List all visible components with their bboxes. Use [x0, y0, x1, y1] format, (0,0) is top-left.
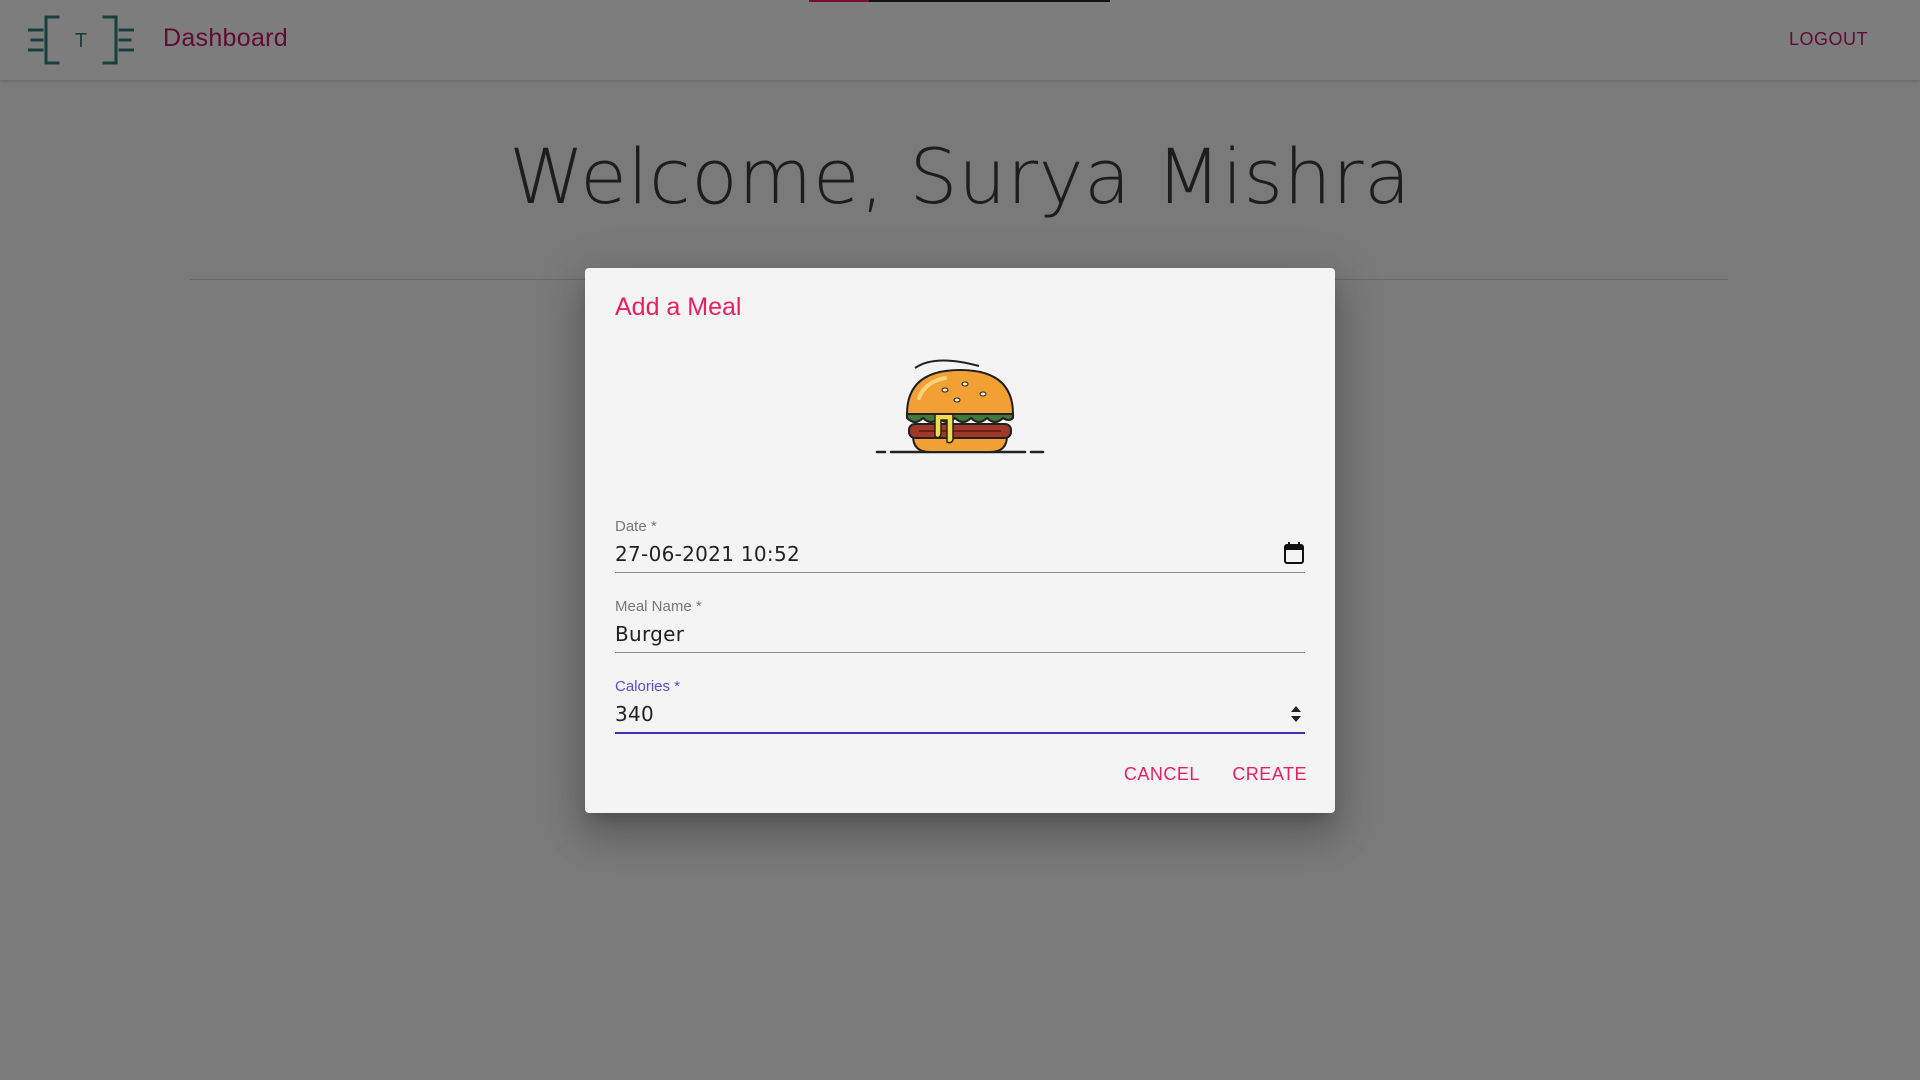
cancel-button[interactable]: CANCEL — [1116, 758, 1208, 791]
number-spinner-icon[interactable] — [1289, 703, 1303, 725]
calendar-icon[interactable] — [1283, 541, 1305, 565]
calories-underline — [615, 732, 1305, 734]
calories-label: Calories * — [615, 678, 681, 695]
create-button[interactable]: CREATE — [1224, 758, 1315, 791]
dialog-actions: CANCEL CREATE — [1104, 758, 1315, 791]
date-label: Date * — [615, 518, 657, 535]
meal-name-underline — [615, 652, 1305, 653]
add-meal-dialog: Add a Meal Date * 27-06-2021 10:52 Meal … — [585, 268, 1335, 813]
calories-input[interactable]: 340 — [615, 702, 654, 726]
dialog-title: Add a Meal — [615, 293, 742, 321]
date-underline — [615, 572, 1305, 573]
meal-name-input[interactable]: Burger — [615, 622, 684, 646]
date-input[interactable]: 27-06-2021 10:52 — [615, 542, 800, 566]
meal-name-label: Meal Name * — [615, 598, 702, 615]
burger-icon — [875, 359, 1045, 454]
